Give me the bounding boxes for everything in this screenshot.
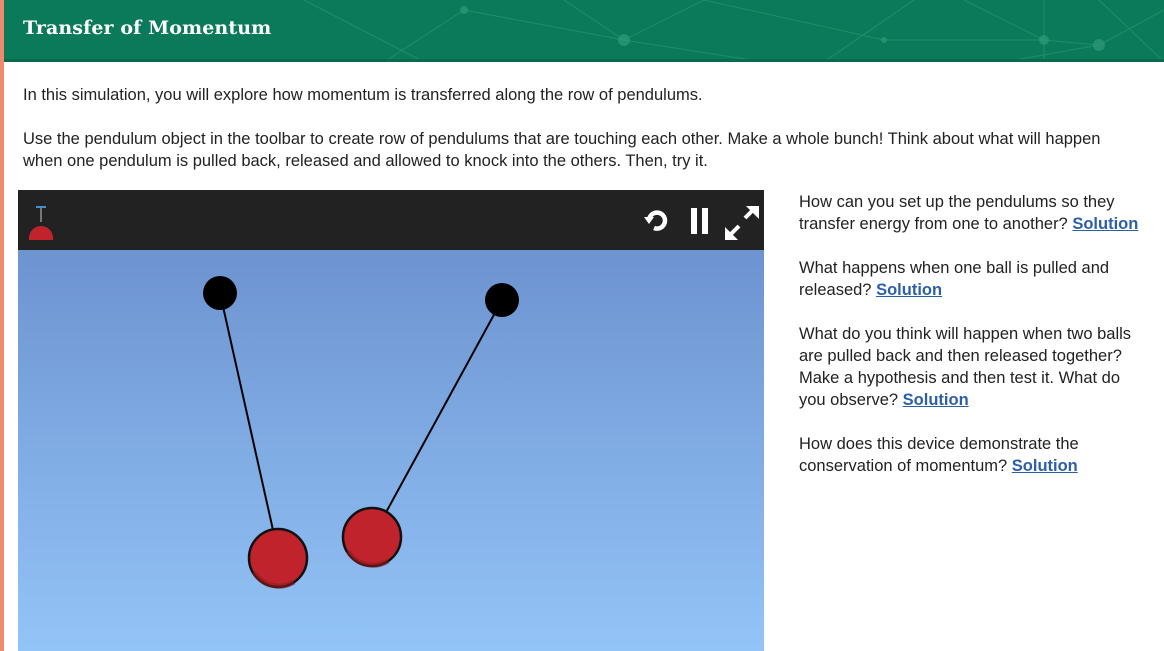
intro-paragraph-1: In this simulation, you will explore how…: [23, 86, 703, 104]
page-title: Transfer of Momentum: [23, 17, 272, 39]
question-item: How does this device demonstrate the con…: [799, 433, 1139, 477]
solution-link[interactable]: Solution: [1012, 457, 1078, 475]
solution-link[interactable]: Solution: [903, 391, 969, 409]
page-header: Transfer of Momentum: [4, 0, 1164, 62]
reset-icon: [644, 210, 668, 231]
simulation-canvas[interactable]: [18, 250, 764, 651]
question-item: What happens when one ball is pulled and…: [799, 257, 1139, 301]
question-text: What happens when one ball is pulled and…: [799, 259, 1110, 299]
left-accent-bar: [0, 0, 4, 651]
fullscreen-button[interactable]: [723, 204, 759, 240]
intro-text: In this simulation, you will explore how…: [23, 84, 1143, 194]
pause-button[interactable]: [684, 204, 718, 238]
pendulum-right[interactable]: [341, 283, 519, 568]
solution-link[interactable]: Solution: [1072, 215, 1138, 233]
solution-link[interactable]: Solution: [876, 281, 942, 299]
question-text: How can you set up the pendulums so they…: [799, 193, 1115, 233]
pivot-left[interactable]: [203, 276, 237, 310]
pendulum-tool-icon: [29, 206, 53, 240]
question-item: What do you think will happen when two b…: [799, 323, 1139, 411]
pause-icon: [691, 208, 708, 234]
pendulum-tool-button[interactable]: [26, 204, 56, 240]
pendulum-left[interactable]: [203, 276, 309, 589]
reset-button[interactable]: [640, 204, 674, 238]
pendulum-scene: [203, 276, 519, 589]
pendulum-simulation: [18, 190, 764, 651]
simulation-toolbar: [18, 190, 764, 250]
fullscreen-icon: [725, 206, 759, 240]
pivot-right[interactable]: [485, 283, 519, 317]
intro-paragraph-2: Use the pendulum object in the toolbar t…: [23, 130, 1101, 170]
question-item: How can you set up the pendulums so they…: [799, 191, 1139, 235]
question-list: How can you set up the pendulums so they…: [799, 191, 1139, 499]
